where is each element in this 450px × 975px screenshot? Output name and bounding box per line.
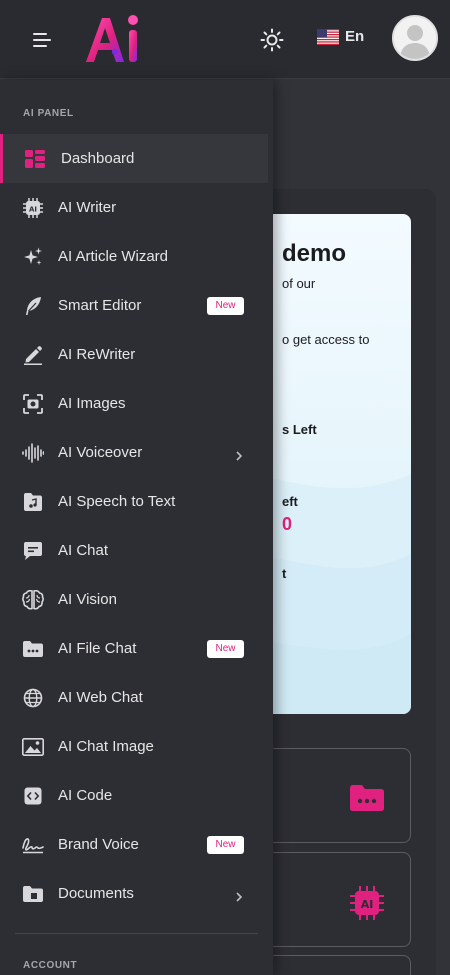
user-avatar[interactable] — [392, 15, 438, 61]
waveform-icon — [22, 442, 44, 464]
folder-dots-icon — [22, 638, 44, 660]
picture-icon — [22, 736, 44, 758]
credits-left-label: t — [282, 566, 287, 581]
hamburger-menu-icon[interactable] — [33, 30, 53, 50]
image-scan-icon — [22, 393, 44, 415]
sidebar-item-label: Dashboard — [61, 150, 135, 167]
sidebar-item-label: Brand Voice — [58, 836, 139, 853]
sidebar-item-label: AI Code — [58, 787, 113, 804]
sidebar-item-ai-chat[interactable]: AI Chat — [0, 526, 268, 575]
ai-chip-icon: AI — [350, 886, 384, 925]
sidebar-item-ai-vision[interactable]: AI Vision — [0, 575, 268, 624]
audio-file-icon — [22, 491, 44, 513]
sidebar-item-ai-web-chat[interactable]: AI Web Chat — [0, 673, 268, 722]
sidebar-item-ai-writer[interactable]: AI AI Writer — [0, 183, 268, 232]
new-badge: New — [207, 639, 244, 658]
svg-text:AI: AI — [361, 898, 374, 911]
new-badge: New — [207, 296, 244, 315]
svg-text:AI: AI — [29, 205, 37, 213]
sidebar-item-ai-rewriter[interactable]: AI ReWriter — [0, 330, 268, 379]
pen-icon — [22, 344, 44, 366]
sidebar-item-dashboard[interactable]: Dashboard — [0, 134, 268, 183]
chevron-right-icon — [234, 889, 244, 902]
feather-icon — [22, 295, 44, 317]
folder-dots-icon — [350, 785, 384, 816]
section-label-account: ACCOUNT — [23, 960, 78, 971]
chevron-right-icon — [234, 448, 244, 461]
sidebar-item-label: AI Voiceover — [58, 444, 143, 461]
language-selector[interactable]: En — [317, 28, 364, 45]
sidebar-item-smart-editor[interactable]: Smart Editor New — [0, 281, 268, 330]
sidebar-item-label: AI Chat — [58, 542, 109, 559]
ai-chip-icon: AI — [22, 197, 44, 219]
sidebar-item-label: AI Writer — [58, 199, 117, 216]
sidebar-item-ai-article-wizard[interactable]: AI Article Wizard — [0, 232, 268, 281]
sidebar-item-ai-chat-image[interactable]: AI Chat Image — [0, 722, 268, 771]
sun-icon[interactable] — [260, 28, 284, 52]
code-icon — [22, 785, 44, 807]
sidebar-item-ai-images[interactable]: AI Images — [0, 379, 268, 428]
sidebar-item-label: AI Chat Image — [58, 738, 154, 755]
demo-text-line: of our — [282, 276, 316, 291]
sidebar-item-brand-voice[interactable]: Brand Voice New — [0, 820, 268, 869]
sidebar-item-label: AI Images — [58, 395, 126, 412]
sidebar: AI PANEL Dashboard AI AI Writer AI Artic… — [0, 80, 273, 975]
globe-icon — [22, 687, 44, 709]
section-label-ai-panel: AI PANEL — [23, 108, 74, 119]
demo-heading: demo — [282, 240, 347, 267]
sidebar-item-ai-file-chat[interactable]: AI File Chat New — [0, 624, 268, 673]
new-badge: New — [207, 835, 244, 854]
demo-text-line: o get access to — [282, 332, 370, 347]
sidebar-item-label: AI Article Wizard — [58, 248, 169, 265]
credits-left-label: eft — [282, 494, 298, 509]
sidebar-item-label: Smart Editor — [58, 297, 142, 314]
us-flag-icon — [317, 28, 339, 45]
sparkles-icon — [22, 246, 44, 268]
top-bar: En — [0, 0, 450, 79]
sidebar-item-documents[interactable]: Documents — [0, 869, 268, 918]
sidebar-item-ai-code[interactable]: AI Code — [0, 771, 268, 820]
brain-icon — [22, 589, 44, 611]
dashboard-icon — [24, 148, 46, 170]
chat-icon — [22, 540, 44, 562]
sidebar-item-label: AI ReWriter — [58, 346, 136, 363]
signature-icon — [22, 834, 44, 856]
sidebar-item-ai-voiceover[interactable]: AI Voiceover — [0, 428, 268, 477]
language-label: En — [345, 28, 365, 45]
sidebar-item-label: Documents — [58, 885, 134, 902]
sidebar-item-label: AI File Chat — [58, 640, 137, 657]
credits-left-label: s Left — [282, 422, 317, 437]
documents-icon — [22, 883, 44, 905]
sidebar-item-label: AI Web Chat — [58, 689, 143, 706]
credits-count: 0 — [282, 514, 293, 534]
app-logo[interactable] — [82, 12, 146, 66]
sidebar-item-label: AI Speech to Text — [58, 493, 176, 510]
sidebar-item-ai-speech-to-text[interactable]: AI Speech to Text — [0, 477, 268, 526]
sidebar-item-label: AI Vision — [58, 591, 117, 608]
sidebar-divider — [15, 933, 258, 934]
